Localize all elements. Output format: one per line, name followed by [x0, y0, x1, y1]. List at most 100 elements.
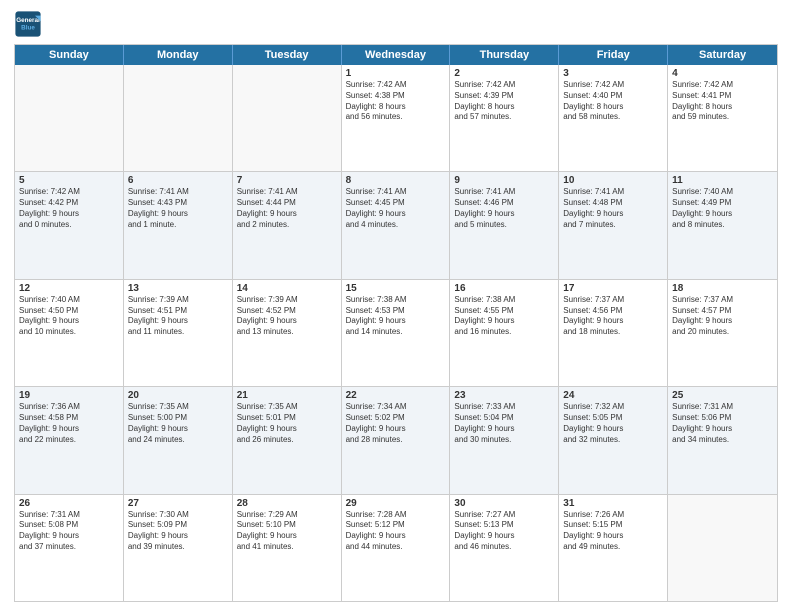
day-number: 26	[19, 498, 119, 509]
weekday-header-sunday: Sunday	[15, 45, 124, 65]
day-cell-11: 11Sunrise: 7:40 AM Sunset: 4:49 PM Dayli…	[668, 172, 777, 278]
day-cell-21: 21Sunrise: 7:35 AM Sunset: 5:01 PM Dayli…	[233, 387, 342, 493]
day-cell-2: 2Sunrise: 7:42 AM Sunset: 4:39 PM Daylig…	[450, 65, 559, 171]
day-number: 22	[346, 390, 446, 401]
day-info: Sunrise: 7:36 AM Sunset: 4:58 PM Dayligh…	[19, 402, 119, 445]
weekday-header-wednesday: Wednesday	[342, 45, 451, 65]
day-number: 28	[237, 498, 337, 509]
day-cell-10: 10Sunrise: 7:41 AM Sunset: 4:48 PM Dayli…	[559, 172, 668, 278]
day-cell-20: 20Sunrise: 7:35 AM Sunset: 5:00 PM Dayli…	[124, 387, 233, 493]
weekday-header-thursday: Thursday	[450, 45, 559, 65]
day-number: 4	[672, 68, 773, 79]
day-number: 23	[454, 390, 554, 401]
day-cell-16: 16Sunrise: 7:38 AM Sunset: 4:55 PM Dayli…	[450, 280, 559, 386]
day-cell-31: 31Sunrise: 7:26 AM Sunset: 5:15 PM Dayli…	[559, 495, 668, 601]
day-info: Sunrise: 7:30 AM Sunset: 5:09 PM Dayligh…	[128, 510, 228, 553]
day-number: 20	[128, 390, 228, 401]
day-number: 13	[128, 283, 228, 294]
day-cell-23: 23Sunrise: 7:33 AM Sunset: 5:04 PM Dayli…	[450, 387, 559, 493]
day-cell-24: 24Sunrise: 7:32 AM Sunset: 5:05 PM Dayli…	[559, 387, 668, 493]
day-number: 12	[19, 283, 119, 294]
day-number: 29	[346, 498, 446, 509]
empty-cell	[668, 495, 777, 601]
day-info: Sunrise: 7:32 AM Sunset: 5:05 PM Dayligh…	[563, 402, 663, 445]
day-cell-17: 17Sunrise: 7:37 AM Sunset: 4:56 PM Dayli…	[559, 280, 668, 386]
day-number: 30	[454, 498, 554, 509]
day-cell-13: 13Sunrise: 7:39 AM Sunset: 4:51 PM Dayli…	[124, 280, 233, 386]
weekday-header-friday: Friday	[559, 45, 668, 65]
day-cell-30: 30Sunrise: 7:27 AM Sunset: 5:13 PM Dayli…	[450, 495, 559, 601]
day-number: 19	[19, 390, 119, 401]
day-cell-4: 4Sunrise: 7:42 AM Sunset: 4:41 PM Daylig…	[668, 65, 777, 171]
day-number: 18	[672, 283, 773, 294]
day-info: Sunrise: 7:41 AM Sunset: 4:48 PM Dayligh…	[563, 187, 663, 230]
day-number: 7	[237, 175, 337, 186]
empty-cell	[233, 65, 342, 171]
day-info: Sunrise: 7:42 AM Sunset: 4:40 PM Dayligh…	[563, 80, 663, 123]
day-cell-28: 28Sunrise: 7:29 AM Sunset: 5:10 PM Dayli…	[233, 495, 342, 601]
day-number: 11	[672, 175, 773, 186]
empty-cell	[15, 65, 124, 171]
calendar-header: SundayMondayTuesdayWednesdayThursdayFrid…	[15, 45, 777, 65]
day-info: Sunrise: 7:40 AM Sunset: 4:49 PM Dayligh…	[672, 187, 773, 230]
day-number: 17	[563, 283, 663, 294]
calendar-row-5: 26Sunrise: 7:31 AM Sunset: 5:08 PM Dayli…	[15, 494, 777, 601]
day-info: Sunrise: 7:40 AM Sunset: 4:50 PM Dayligh…	[19, 295, 119, 338]
day-cell-8: 8Sunrise: 7:41 AM Sunset: 4:45 PM Daylig…	[342, 172, 451, 278]
day-info: Sunrise: 7:31 AM Sunset: 5:06 PM Dayligh…	[672, 402, 773, 445]
day-info: Sunrise: 7:38 AM Sunset: 4:53 PM Dayligh…	[346, 295, 446, 338]
logo-icon: General Blue	[14, 10, 42, 38]
day-number: 10	[563, 175, 663, 186]
day-info: Sunrise: 7:41 AM Sunset: 4:46 PM Dayligh…	[454, 187, 554, 230]
day-number: 9	[454, 175, 554, 186]
weekday-header-tuesday: Tuesday	[233, 45, 342, 65]
day-cell-7: 7Sunrise: 7:41 AM Sunset: 4:44 PM Daylig…	[233, 172, 342, 278]
day-number: 6	[128, 175, 228, 186]
day-cell-29: 29Sunrise: 7:28 AM Sunset: 5:12 PM Dayli…	[342, 495, 451, 601]
day-info: Sunrise: 7:26 AM Sunset: 5:15 PM Dayligh…	[563, 510, 663, 553]
svg-text:Blue: Blue	[21, 25, 35, 32]
day-number: 27	[128, 498, 228, 509]
day-cell-12: 12Sunrise: 7:40 AM Sunset: 4:50 PM Dayli…	[15, 280, 124, 386]
day-cell-27: 27Sunrise: 7:30 AM Sunset: 5:09 PM Dayli…	[124, 495, 233, 601]
day-info: Sunrise: 7:34 AM Sunset: 5:02 PM Dayligh…	[346, 402, 446, 445]
day-number: 24	[563, 390, 663, 401]
day-info: Sunrise: 7:38 AM Sunset: 4:55 PM Dayligh…	[454, 295, 554, 338]
calendar: SundayMondayTuesdayWednesdayThursdayFrid…	[14, 44, 778, 602]
day-info: Sunrise: 7:29 AM Sunset: 5:10 PM Dayligh…	[237, 510, 337, 553]
calendar-body: 1Sunrise: 7:42 AM Sunset: 4:38 PM Daylig…	[15, 65, 777, 601]
empty-cell	[124, 65, 233, 171]
calendar-row-4: 19Sunrise: 7:36 AM Sunset: 4:58 PM Dayli…	[15, 386, 777, 493]
day-number: 21	[237, 390, 337, 401]
day-info: Sunrise: 7:35 AM Sunset: 5:01 PM Dayligh…	[237, 402, 337, 445]
day-cell-6: 6Sunrise: 7:41 AM Sunset: 4:43 PM Daylig…	[124, 172, 233, 278]
day-cell-22: 22Sunrise: 7:34 AM Sunset: 5:02 PM Dayli…	[342, 387, 451, 493]
day-info: Sunrise: 7:41 AM Sunset: 4:43 PM Dayligh…	[128, 187, 228, 230]
day-number: 25	[672, 390, 773, 401]
day-cell-1: 1Sunrise: 7:42 AM Sunset: 4:38 PM Daylig…	[342, 65, 451, 171]
weekday-header-monday: Monday	[124, 45, 233, 65]
day-info: Sunrise: 7:42 AM Sunset: 4:42 PM Dayligh…	[19, 187, 119, 230]
day-cell-26: 26Sunrise: 7:31 AM Sunset: 5:08 PM Dayli…	[15, 495, 124, 601]
day-info: Sunrise: 7:35 AM Sunset: 5:00 PM Dayligh…	[128, 402, 228, 445]
day-cell-3: 3Sunrise: 7:42 AM Sunset: 4:40 PM Daylig…	[559, 65, 668, 171]
day-info: Sunrise: 7:42 AM Sunset: 4:39 PM Dayligh…	[454, 80, 554, 123]
day-number: 31	[563, 498, 663, 509]
day-cell-5: 5Sunrise: 7:42 AM Sunset: 4:42 PM Daylig…	[15, 172, 124, 278]
day-number: 14	[237, 283, 337, 294]
day-number: 8	[346, 175, 446, 186]
day-cell-14: 14Sunrise: 7:39 AM Sunset: 4:52 PM Dayli…	[233, 280, 342, 386]
day-info: Sunrise: 7:42 AM Sunset: 4:41 PM Dayligh…	[672, 80, 773, 123]
calendar-row-3: 12Sunrise: 7:40 AM Sunset: 4:50 PM Dayli…	[15, 279, 777, 386]
day-number: 1	[346, 68, 446, 79]
logo: General Blue	[14, 10, 46, 38]
calendar-row-2: 5Sunrise: 7:42 AM Sunset: 4:42 PM Daylig…	[15, 171, 777, 278]
svg-text:General: General	[16, 17, 40, 24]
day-info: Sunrise: 7:41 AM Sunset: 4:44 PM Dayligh…	[237, 187, 337, 230]
header: General Blue	[14, 10, 778, 38]
day-number: 15	[346, 283, 446, 294]
day-number: 5	[19, 175, 119, 186]
day-cell-9: 9Sunrise: 7:41 AM Sunset: 4:46 PM Daylig…	[450, 172, 559, 278]
day-info: Sunrise: 7:37 AM Sunset: 4:56 PM Dayligh…	[563, 295, 663, 338]
day-number: 2	[454, 68, 554, 79]
